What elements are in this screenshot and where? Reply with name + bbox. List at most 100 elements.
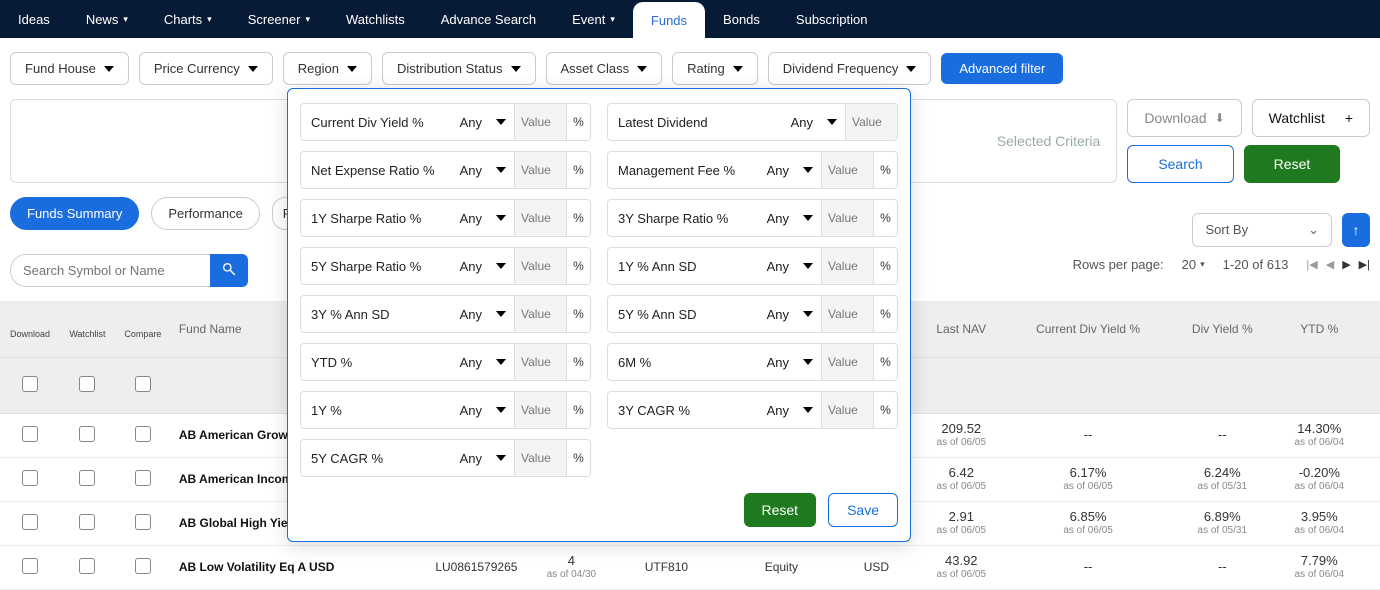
filter-comparator[interactable]: Any bbox=[454, 163, 488, 178]
fund-name-cell[interactable]: AB Low Volatility Eq A USD bbox=[171, 545, 417, 589]
nav-watchlists[interactable]: Watchlists bbox=[328, 0, 423, 38]
col-ytd[interactable]: YTD % bbox=[1275, 301, 1364, 357]
chevron-down-icon bbox=[637, 66, 647, 72]
nav-funds[interactable]: Funds bbox=[633, 2, 705, 38]
filter-asset-class[interactable]: Asset Class bbox=[546, 52, 663, 85]
filter-value-input[interactable] bbox=[821, 392, 873, 428]
filter-region[interactable]: Region bbox=[283, 52, 372, 85]
tab-funds-summary[interactable]: Funds Summary bbox=[10, 197, 139, 230]
chevron-down-icon bbox=[803, 215, 813, 221]
pager-first-icon[interactable]: |◀ bbox=[1306, 258, 1317, 271]
cdy-cell: -- bbox=[1006, 413, 1170, 457]
download-button[interactable]: Download⬇ bbox=[1127, 99, 1241, 137]
filter-value-input[interactable] bbox=[514, 248, 566, 284]
filter-comparator[interactable]: Any bbox=[761, 307, 795, 322]
chevron-down-icon bbox=[496, 311, 506, 317]
filter-field: 3Y % Ann SDAny% bbox=[300, 295, 591, 333]
filter-comparator[interactable]: Any bbox=[454, 355, 488, 370]
filter-comparator[interactable]: Any bbox=[454, 211, 488, 226]
row-watchlist-checkbox[interactable] bbox=[79, 514, 95, 530]
pager-last-icon[interactable]: ▶| bbox=[1359, 258, 1370, 271]
dy-cell: 6.89%as of 05/31 bbox=[1170, 501, 1275, 545]
filter-value-input[interactable] bbox=[514, 200, 566, 236]
chevron-down-icon bbox=[496, 359, 506, 365]
search-button[interactable]: Search bbox=[1127, 145, 1233, 183]
filter-field: Latest DividendAny bbox=[607, 103, 898, 141]
filter-comparator[interactable]: Any bbox=[761, 355, 795, 370]
popup-save-button[interactable]: Save bbox=[828, 493, 898, 527]
ytd-cell: 7.79%as of 06/04 bbox=[1275, 545, 1364, 589]
search-icon-button[interactable] bbox=[210, 254, 248, 287]
filter-value-input[interactable] bbox=[514, 152, 566, 188]
row-watchlist-checkbox[interactable] bbox=[79, 558, 95, 574]
filter-comparator[interactable]: Any bbox=[761, 163, 795, 178]
filter-distribution-status[interactable]: Distribution Status bbox=[382, 52, 536, 85]
filter-comparator[interactable]: Any bbox=[454, 451, 488, 466]
nav-screener[interactable]: Screener▾ bbox=[230, 0, 328, 38]
filter-value-input[interactable] bbox=[821, 296, 873, 332]
rows-per-page-select[interactable]: 20▾ bbox=[1182, 257, 1205, 272]
filter-fund-house[interactable]: Fund House bbox=[10, 52, 129, 85]
nav-subscription[interactable]: Subscription bbox=[778, 0, 886, 38]
filter-comparator[interactable]: Any bbox=[785, 115, 819, 130]
nav-advance-search[interactable]: Advance Search bbox=[423, 0, 554, 38]
pager-prev-icon[interactable]: ◀ bbox=[1326, 258, 1334, 271]
header-compare-checkbox[interactable] bbox=[135, 376, 151, 392]
col-div-yield[interactable]: Div Yield % bbox=[1170, 301, 1275, 357]
percent-suffix: % bbox=[566, 392, 590, 428]
filter-field: 3Y Sharpe Ratio %Any% bbox=[607, 199, 898, 237]
col-current-div-yield[interactable]: Current Div Yield % bbox=[1006, 301, 1170, 357]
row-download-checkbox[interactable] bbox=[22, 426, 38, 442]
nav-event[interactable]: Event▾ bbox=[554, 0, 633, 38]
nav-bonds[interactable]: Bonds bbox=[705, 0, 778, 38]
sort-by-dropdown[interactable]: Sort By⌄ bbox=[1192, 213, 1332, 247]
row-compare-checkbox[interactable] bbox=[135, 470, 151, 486]
filter-comparator[interactable]: Any bbox=[454, 259, 488, 274]
filter-comparator[interactable]: Any bbox=[454, 115, 488, 130]
row-watchlist-checkbox[interactable] bbox=[79, 470, 95, 486]
row-download-checkbox[interactable] bbox=[22, 470, 38, 486]
filter-dividend-frequency[interactable]: Dividend Frequency bbox=[768, 52, 932, 85]
nav-charts[interactable]: Charts▾ bbox=[146, 0, 230, 38]
filter-value-input[interactable] bbox=[514, 104, 566, 140]
filter-comparator[interactable]: Any bbox=[761, 403, 795, 418]
watchlist-button[interactable]: Watchlist + bbox=[1252, 99, 1370, 137]
filter-value-input[interactable] bbox=[514, 344, 566, 380]
filter-value-input[interactable] bbox=[821, 152, 873, 188]
chevron-down-icon bbox=[496, 167, 506, 173]
reset-button[interactable]: Reset bbox=[1244, 145, 1341, 183]
filter-value-input[interactable] bbox=[845, 104, 897, 140]
filter-price-currency[interactable]: Price Currency bbox=[139, 52, 273, 85]
filter-field-label: 1Y % bbox=[301, 403, 454, 418]
col-last-nav[interactable]: Last NAV bbox=[916, 301, 1006, 357]
filter-value-input[interactable] bbox=[821, 248, 873, 284]
filter-value-input[interactable] bbox=[514, 296, 566, 332]
header-download-checkbox[interactable] bbox=[22, 376, 38, 392]
filter-value-input[interactable] bbox=[821, 344, 873, 380]
row-compare-checkbox[interactable] bbox=[135, 558, 151, 574]
filter-rating[interactable]: Rating bbox=[672, 52, 758, 85]
filter-comparator[interactable]: Any bbox=[454, 307, 488, 322]
tab-performance[interactable]: Performance bbox=[151, 197, 259, 230]
row-download-checkbox[interactable] bbox=[22, 514, 38, 530]
row-watchlist-checkbox[interactable] bbox=[79, 426, 95, 442]
popup-reset-button[interactable]: Reset bbox=[744, 493, 817, 527]
filter-comparator[interactable]: Any bbox=[761, 211, 795, 226]
sort-direction-toggle[interactable]: ↑ bbox=[1342, 213, 1370, 247]
chevron-down-icon bbox=[803, 263, 813, 269]
filter-comparator[interactable]: Any bbox=[454, 403, 488, 418]
row-compare-checkbox[interactable] bbox=[135, 426, 151, 442]
nav-ideas[interactable]: Ideas bbox=[0, 0, 68, 38]
advanced-filter-button[interactable]: Advanced filter bbox=[941, 53, 1063, 84]
header-watchlist-checkbox[interactable] bbox=[79, 376, 95, 392]
filter-value-input[interactable] bbox=[514, 392, 566, 428]
filter-value-input[interactable] bbox=[514, 440, 566, 476]
search-input[interactable] bbox=[10, 254, 210, 287]
col-watchlist: Watchlist bbox=[60, 301, 115, 357]
filter-comparator[interactable]: Any bbox=[761, 259, 795, 274]
nav-news[interactable]: News▾ bbox=[68, 0, 146, 38]
row-download-checkbox[interactable] bbox=[22, 558, 38, 574]
filter-value-input[interactable] bbox=[821, 200, 873, 236]
row-compare-checkbox[interactable] bbox=[135, 514, 151, 530]
pager-next-icon[interactable]: ▶ bbox=[1342, 258, 1350, 271]
